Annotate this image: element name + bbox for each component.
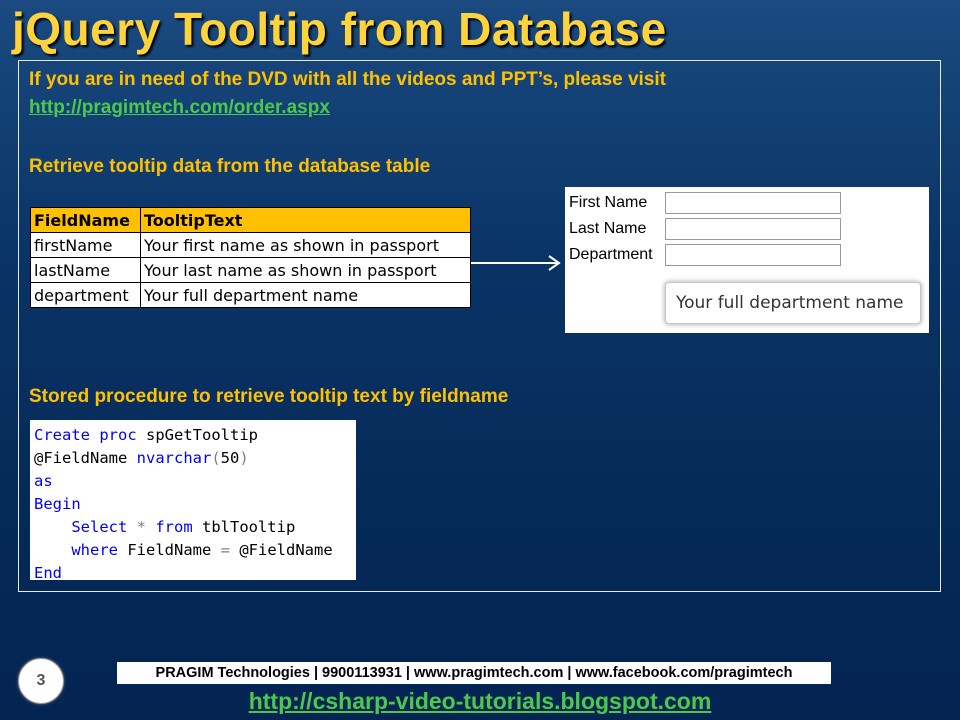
- department-label: Department: [569, 246, 653, 263]
- table-cell-fieldname: lastName: [30, 257, 141, 283]
- code-line: Create proc spGetTooltip: [34, 426, 258, 444]
- order-link[interactable]: http://pragimtech.com/order.aspx: [29, 97, 330, 119]
- code-line: Begin: [34, 495, 81, 513]
- content-frame: If you are in need of the DVD with all t…: [18, 60, 941, 592]
- table-row: department Your full department name: [30, 282, 471, 308]
- slide-title: jQuery Tooltip from Database: [12, 3, 667, 55]
- first-name-label: First Name: [569, 194, 648, 211]
- footer-contact-info: PRAGIM Technologies | 9900113931 | www.p…: [117, 662, 831, 684]
- tooltip-form-demo: First Name Last Name Department Your ful…: [565, 187, 929, 333]
- section-heading-tooltip-data: Retrieve tooltip data from the database …: [29, 156, 431, 177]
- code-line: End: [34, 564, 62, 582]
- form-row-department: Department: [569, 244, 925, 266]
- column-header-tooltiptext: TooltipText: [140, 207, 471, 233]
- last-name-input[interactable]: [665, 218, 841, 240]
- form-row-first-name: First Name: [569, 192, 925, 214]
- table-cell-tooltiptext: Your last name as shown in passport: [140, 257, 471, 283]
- table-cell-fieldname: firstName: [30, 232, 141, 258]
- code-line: Select * from tblTooltip: [71, 518, 296, 536]
- tooltip-data-table: FieldName TooltipText firstName Your fir…: [30, 207, 471, 308]
- department-input[interactable]: [665, 244, 841, 266]
- form-row-last-name: Last Name: [569, 218, 925, 240]
- code-line: where FieldName = @FieldName: [71, 541, 333, 559]
- dvd-info-text: If you are in need of the DVD with all t…: [29, 69, 667, 90]
- column-header-fieldname: FieldName: [30, 207, 141, 233]
- last-name-label: Last Name: [569, 220, 647, 237]
- tooltip-popup: Your full department name: [665, 282, 921, 324]
- table-header-row: FieldName TooltipText: [30, 207, 471, 233]
- table-cell-tooltiptext: Your first name as shown in passport: [140, 232, 471, 258]
- first-name-input[interactable]: [665, 192, 841, 214]
- code-line: @FieldName nvarchar(50): [34, 449, 249, 467]
- blog-link[interactable]: http://csharp-video-tutorials.blogspot.c…: [0, 688, 960, 715]
- code-line: as: [34, 472, 53, 490]
- code-block: Create proc spGetTooltip @FieldName nvar…: [30, 420, 356, 582]
- table-row: lastName Your last name as shown in pass…: [30, 257, 471, 283]
- table-cell-tooltiptext: Your full department name: [140, 282, 471, 308]
- arrow-right-icon: [471, 255, 561, 271]
- table-row: firstName Your first name as shown in pa…: [30, 232, 471, 258]
- section-heading-stored-procedure: Stored procedure to retrieve tooltip tex…: [29, 386, 509, 407]
- table-cell-fieldname: department: [30, 282, 141, 308]
